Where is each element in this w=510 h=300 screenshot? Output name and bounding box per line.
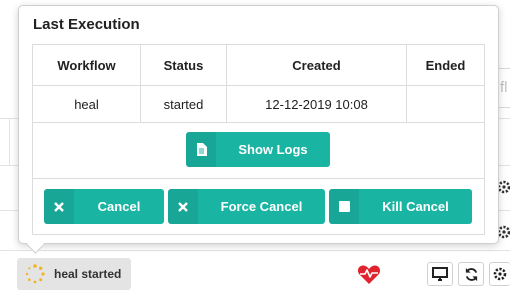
- column-header-ended: Ended: [406, 44, 485, 86]
- execution-status-badge[interactable]: heal started: [17, 258, 131, 290]
- desktop-button[interactable]: [427, 262, 453, 286]
- row-divider: [0, 250, 510, 251]
- cell-ended: [406, 85, 485, 123]
- force-cancel-button[interactable]: Force Cancel: [168, 189, 325, 224]
- stop-square-icon: [329, 189, 359, 224]
- cancel-label: Cancel: [97, 199, 141, 214]
- cancel-button[interactable]: Cancel: [44, 189, 164, 224]
- refresh-icon: [465, 267, 477, 281]
- column-header-workflow: Workflow: [32, 44, 141, 86]
- spinner-icon: [25, 264, 45, 284]
- x-icon: [44, 189, 74, 224]
- cell-workflow: heal: [32, 85, 141, 123]
- settings-button[interactable]: [489, 262, 510, 286]
- popover-title: Last Execution: [33, 16, 140, 33]
- x-icon: [168, 189, 198, 224]
- column-divider: [9, 118, 10, 165]
- heartbeat-icon[interactable]: [357, 263, 381, 285]
- column-header-status: Status: [140, 44, 227, 86]
- show-logs-label: Show Logs: [238, 142, 308, 157]
- logs-panel: Show Logs: [32, 122, 485, 179]
- cell-created: 12-12-2019 10:08: [226, 85, 407, 123]
- file-text-icon: [186, 132, 216, 167]
- column-header-created: Created: [226, 44, 407, 86]
- actions-panel: Cancel Force Cancel Kill Cancel: [32, 179, 485, 235]
- execution-table: Workflow Status Created Ended heal start…: [32, 44, 485, 123]
- show-logs-button[interactable]: Show Logs: [186, 132, 330, 167]
- cell-status: started: [140, 85, 227, 123]
- gear-icon: [493, 267, 507, 281]
- table-row: heal started 12-12-2019 10:08: [32, 85, 485, 123]
- table-header-row: Workflow Status Created Ended: [32, 44, 485, 86]
- kill-cancel-label: Kill Cancel: [382, 199, 449, 214]
- kill-cancel-button[interactable]: Kill Cancel: [329, 189, 472, 224]
- desktop-icon: [432, 267, 448, 281]
- last-execution-popover: Last Execution Workflow Status Created E…: [18, 5, 499, 244]
- status-text: heal started: [54, 267, 122, 281]
- refresh-button[interactable]: [458, 262, 484, 286]
- force-cancel-label: Force Cancel: [220, 199, 303, 214]
